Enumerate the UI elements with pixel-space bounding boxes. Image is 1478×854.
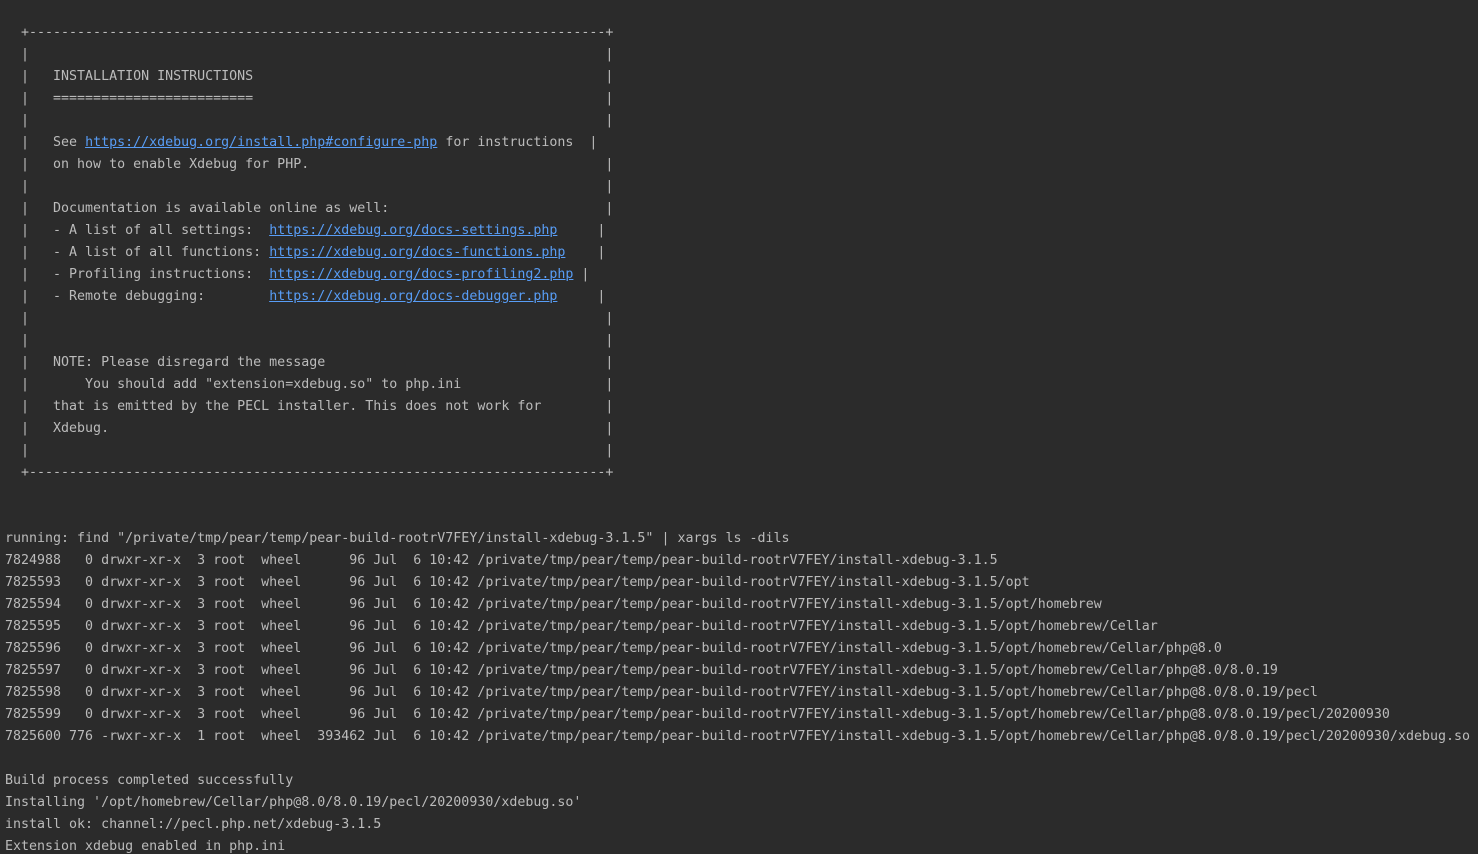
text: | <box>565 245 606 260</box>
box-remote-row: | - Remote debugging: https://xdebug.org… <box>5 286 1478 308</box>
listing-row: 7825597 0 drwxr-xr-x 3 root wheel 96 Jul… <box>5 663 1278 678</box>
listing-row: 7825599 0 drwxr-xr-x 3 root wheel 96 Jul… <box>5 707 1390 722</box>
box-empty-row: | | <box>5 311 614 326</box>
box-bottom-border: +---------------------------------------… <box>5 465 614 480</box>
box-empty-row: | | <box>5 333 614 348</box>
text: | - A list of all settings: <box>5 223 270 238</box>
text: | - A list of all functions: <box>5 245 270 260</box>
listing-row: 7825593 0 drwxr-xr-x 3 root wheel 96 Jul… <box>5 575 1030 590</box>
install-ok-message: install ok: channel://pecl.php.net/xdebu… <box>5 817 382 832</box>
build-complete-message: Build process completed successfully <box>5 773 294 788</box>
extension-enabled-message: Extension xdebug enabled in php.ini <box>5 839 286 854</box>
box-settings-row: | - A list of all settings: https://xdeb… <box>5 220 1478 242</box>
box-title-underline: | ========================= | <box>5 91 614 106</box>
box-empty-row: | | <box>5 47 614 62</box>
listing-row: 7825598 0 drwxr-xr-x 3 root wheel 96 Jul… <box>5 685 1318 700</box>
box-note-row: | that is emitted by the PECL installer.… <box>5 399 614 414</box>
box-profiling-row: | - Profiling instructions: https://xdeb… <box>5 264 1478 286</box>
box-enable-row: | on how to enable Xdebug for PHP. | <box>5 157 614 172</box>
box-note-row: | Xdebug. | <box>5 421 614 436</box>
box-see-row: | See https://xdebug.org/install.php#con… <box>5 132 1478 154</box>
box-empty-row: | | <box>5 443 614 458</box>
text: | <box>557 289 606 304</box>
text: | - Remote debugging: <box>5 289 270 304</box>
text: for instructions | <box>437 135 598 150</box>
listing-row: 7824988 0 drwxr-xr-x 3 root wheel 96 Jul… <box>5 553 998 568</box>
box-top-border: +---------------------------------------… <box>5 25 614 40</box>
listing-row: 7825595 0 drwxr-xr-x 3 root wheel 96 Jul… <box>5 619 1158 634</box>
box-docs-row: | Documentation is available online as w… <box>5 201 614 216</box>
docs-debugger-link[interactable]: https://xdebug.org/docs-debugger.php <box>269 289 557 304</box>
listing-row: 7825594 0 drwxr-xr-x 3 root wheel 96 Jul… <box>5 597 1102 612</box>
box-empty-row: | | <box>5 113 614 128</box>
text: | - Profiling instructions: <box>5 267 270 282</box>
listing-row: 7825596 0 drwxr-xr-x 3 root wheel 96 Jul… <box>5 641 1222 656</box>
listing-row: 7825600 776 -rwxr-xr-x 1 root wheel 3934… <box>5 729 1470 744</box>
box-functions-row: | - A list of all functions: https://xde… <box>5 242 1478 264</box>
box-note-row: | You should add "extension=xdebug.so" t… <box>5 377 614 392</box>
docs-settings-link[interactable]: https://xdebug.org/docs-settings.php <box>269 223 557 238</box>
text: | <box>573 267 590 282</box>
text: | <box>557 223 606 238</box>
docs-functions-link[interactable]: https://xdebug.org/docs-functions.php <box>269 245 565 260</box>
box-note-row: | NOTE: Please disregard the message | <box>5 355 614 370</box>
terminal-output[interactable]: +---------------------------------------… <box>0 0 1478 854</box>
running-command: running: find "/private/tmp/pear/temp/pe… <box>5 531 790 546</box>
text: | See <box>5 135 86 150</box>
box-empty-row: | | <box>5 179 614 194</box>
box-title: | INSTALLATION INSTRUCTIONS | <box>5 69 614 84</box>
installing-message: Installing '/opt/homebrew/Cellar/php@8.0… <box>5 795 582 810</box>
docs-profiling-link[interactable]: https://xdebug.org/docs-profiling2.php <box>269 267 573 282</box>
configure-php-link[interactable]: https://xdebug.org/install.php#configure… <box>85 135 437 150</box>
